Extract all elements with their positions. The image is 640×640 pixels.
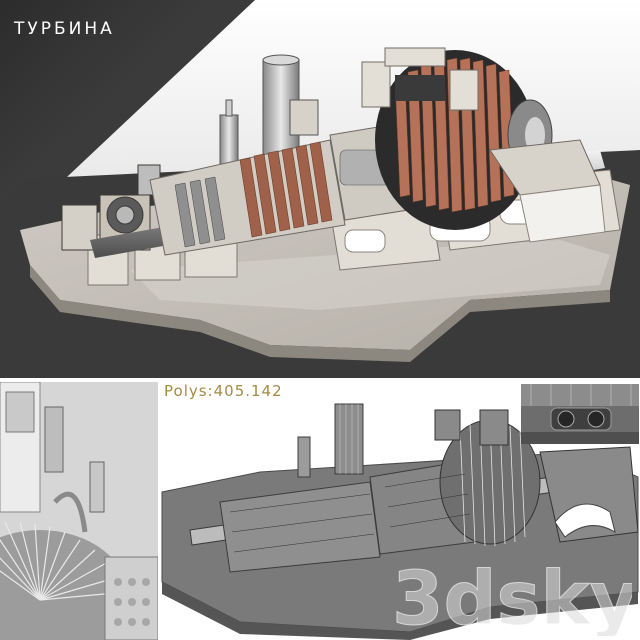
closeup-panel [0, 382, 158, 640]
reference-photo [521, 384, 639, 444]
svg-text:3dsky: 3dsky [392, 556, 632, 636]
preview-sheet: ТУРБИНА Polys:405.142 3dsky [0, 0, 640, 640]
panel-title: ТУРБИНА [14, 19, 115, 39]
polys-label: Polys: [164, 382, 214, 400]
watermark-logo: 3dsky [392, 554, 632, 637]
turbine-render-image [0, 0, 640, 378]
polys-counter: Polys:405.142 [164, 382, 283, 400]
closeup-render-image [0, 382, 158, 640]
wireframe-panel: Polys:405.142 3dsky [160, 382, 640, 640]
polys-value: 405.142 [213, 382, 283, 400]
render-panel: ТУРБИНА [0, 0, 640, 378]
